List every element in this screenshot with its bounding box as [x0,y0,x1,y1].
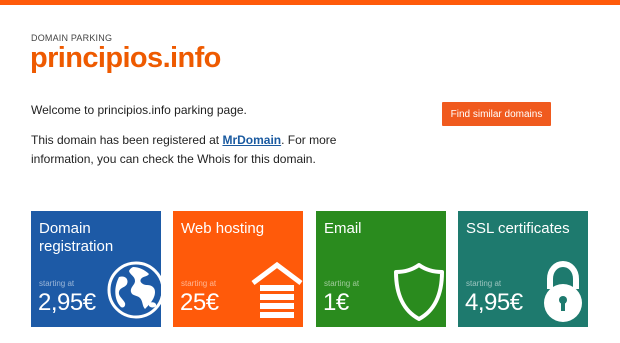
tile-title: Web hosting [181,220,265,237]
tile-price: 2,95€ [38,289,96,316]
registration-info: This domain has been registered at MrDom… [31,131,401,169]
tile-title: SSL certificates [466,220,570,237]
tile-title: Domain registration [39,220,114,255]
welcome-text: Welcome to principios.info parking page. [31,103,247,117]
tile-domain-registration[interactable]: Domain registration starting at 2,95€ [31,211,161,327]
tile-title: Email [324,220,362,237]
page-title: principios.info [30,42,221,74]
tile-starting-label: starting at [324,279,360,288]
tile-price: 25€ [180,289,219,316]
tile-price: 1€ [323,289,349,316]
house-icon [251,261,303,318]
find-similar-domains-button[interactable]: Find similar domains [442,102,551,126]
tile-starting-label: starting at [39,279,75,288]
tile-web-hosting[interactable]: Web hosting starting at 25€ [173,211,303,327]
registrar-link[interactable]: MrDomain [222,133,281,147]
tile-ssl-certificates[interactable]: SSL certificates starting at 4,95€ [458,211,588,327]
info-text-before: This domain has been registered at [31,133,223,147]
tile-price: 4,95€ [465,289,523,316]
top-accent-bar [0,0,620,5]
tile-starting-label: starting at [466,279,502,288]
padlock-icon [544,260,582,322]
tile-starting-label: starting at [181,279,217,288]
tile-email[interactable]: Email starting at 1€ [316,211,446,327]
shield-icon [394,263,444,321]
globe-icon [107,261,161,319]
